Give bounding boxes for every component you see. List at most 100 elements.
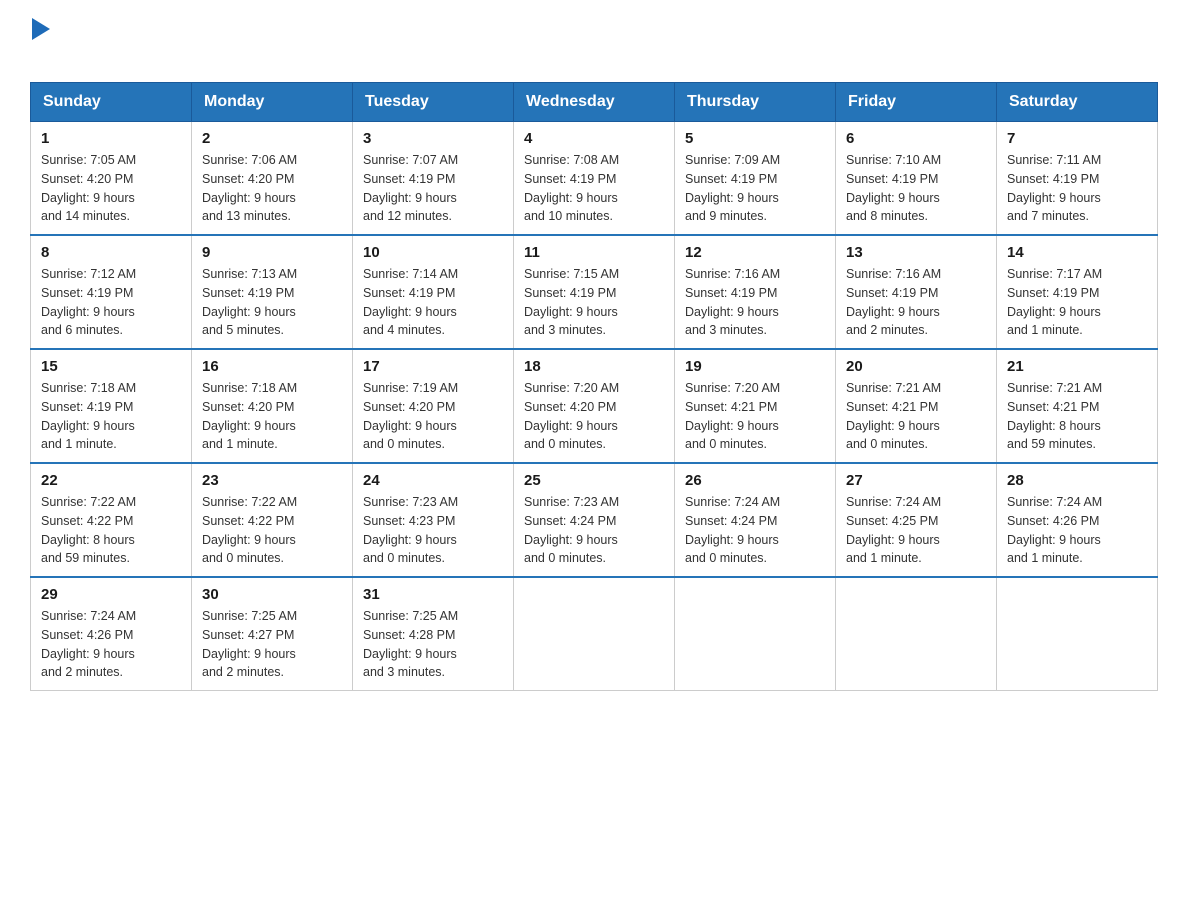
day-number: 9 (202, 244, 342, 261)
day-info: Sunrise: 7:06 AM Sunset: 4:20 PM Dayligh… (202, 151, 342, 226)
day-info: Sunrise: 7:09 AM Sunset: 4:19 PM Dayligh… (685, 151, 825, 226)
calendar-table: Sunday Monday Tuesday Wednesday Thursday… (30, 82, 1158, 691)
table-row: 20 Sunrise: 7:21 AM Sunset: 4:21 PM Dayl… (836, 349, 997, 463)
table-row: 21 Sunrise: 7:21 AM Sunset: 4:21 PM Dayl… (997, 349, 1158, 463)
table-row: 4 Sunrise: 7:08 AM Sunset: 4:19 PM Dayli… (514, 122, 675, 236)
day-info: Sunrise: 7:21 AM Sunset: 4:21 PM Dayligh… (1007, 379, 1147, 454)
day-info: Sunrise: 7:11 AM Sunset: 4:19 PM Dayligh… (1007, 151, 1147, 226)
day-number: 2 (202, 130, 342, 147)
table-row: 12 Sunrise: 7:16 AM Sunset: 4:19 PM Dayl… (675, 235, 836, 349)
day-info: Sunrise: 7:12 AM Sunset: 4:19 PM Dayligh… (41, 265, 181, 340)
day-info: Sunrise: 7:18 AM Sunset: 4:19 PM Dayligh… (41, 379, 181, 454)
table-row (675, 577, 836, 691)
day-number: 21 (1007, 358, 1147, 375)
day-number: 4 (524, 130, 664, 147)
day-info: Sunrise: 7:13 AM Sunset: 4:19 PM Dayligh… (202, 265, 342, 340)
day-number: 10 (363, 244, 503, 261)
table-row: 29 Sunrise: 7:24 AM Sunset: 4:26 PM Dayl… (31, 577, 192, 691)
table-row: 11 Sunrise: 7:15 AM Sunset: 4:19 PM Dayl… (514, 235, 675, 349)
day-info: Sunrise: 7:23 AM Sunset: 4:23 PM Dayligh… (363, 493, 503, 568)
table-row: 31 Sunrise: 7:25 AM Sunset: 4:28 PM Dayl… (353, 577, 514, 691)
day-info: Sunrise: 7:18 AM Sunset: 4:20 PM Dayligh… (202, 379, 342, 454)
day-number: 23 (202, 472, 342, 489)
day-number: 16 (202, 358, 342, 375)
table-row: 14 Sunrise: 7:17 AM Sunset: 4:19 PM Dayl… (997, 235, 1158, 349)
day-number: 5 (685, 130, 825, 147)
day-info: Sunrise: 7:23 AM Sunset: 4:24 PM Dayligh… (524, 493, 664, 568)
day-number: 15 (41, 358, 181, 375)
day-number: 30 (202, 586, 342, 603)
col-monday: Monday (192, 83, 353, 122)
table-row: 10 Sunrise: 7:14 AM Sunset: 4:19 PM Dayl… (353, 235, 514, 349)
calendar-week-row: 22 Sunrise: 7:22 AM Sunset: 4:22 PM Dayl… (31, 463, 1158, 577)
day-info: Sunrise: 7:24 AM Sunset: 4:24 PM Dayligh… (685, 493, 825, 568)
day-info: Sunrise: 7:24 AM Sunset: 4:25 PM Dayligh… (846, 493, 986, 568)
day-info: Sunrise: 7:20 AM Sunset: 4:20 PM Dayligh… (524, 379, 664, 454)
table-row: 17 Sunrise: 7:19 AM Sunset: 4:20 PM Dayl… (353, 349, 514, 463)
table-row (997, 577, 1158, 691)
table-row: 18 Sunrise: 7:20 AM Sunset: 4:20 PM Dayl… (514, 349, 675, 463)
table-row: 26 Sunrise: 7:24 AM Sunset: 4:24 PM Dayl… (675, 463, 836, 577)
day-number: 27 (846, 472, 986, 489)
day-info: Sunrise: 7:19 AM Sunset: 4:20 PM Dayligh… (363, 379, 503, 454)
day-info: Sunrise: 7:24 AM Sunset: 4:26 PM Dayligh… (1007, 493, 1147, 568)
day-info: Sunrise: 7:07 AM Sunset: 4:19 PM Dayligh… (363, 151, 503, 226)
day-info: Sunrise: 7:14 AM Sunset: 4:19 PM Dayligh… (363, 265, 503, 340)
day-number: 14 (1007, 244, 1147, 261)
day-info: Sunrise: 7:16 AM Sunset: 4:19 PM Dayligh… (846, 265, 986, 340)
day-number: 8 (41, 244, 181, 261)
day-number: 29 (41, 586, 181, 603)
table-row: 25 Sunrise: 7:23 AM Sunset: 4:24 PM Dayl… (514, 463, 675, 577)
day-info: Sunrise: 7:15 AM Sunset: 4:19 PM Dayligh… (524, 265, 664, 340)
table-row: 22 Sunrise: 7:22 AM Sunset: 4:22 PM Dayl… (31, 463, 192, 577)
col-thursday: Thursday (675, 83, 836, 122)
calendar-week-row: 8 Sunrise: 7:12 AM Sunset: 4:19 PM Dayli… (31, 235, 1158, 349)
col-wednesday: Wednesday (514, 83, 675, 122)
table-row: 2 Sunrise: 7:06 AM Sunset: 4:20 PM Dayli… (192, 122, 353, 236)
day-info: Sunrise: 7:25 AM Sunset: 4:28 PM Dayligh… (363, 607, 503, 682)
day-number: 18 (524, 358, 664, 375)
day-info: Sunrise: 7:25 AM Sunset: 4:27 PM Dayligh… (202, 607, 342, 682)
day-info: Sunrise: 7:21 AM Sunset: 4:21 PM Dayligh… (846, 379, 986, 454)
calendar-header-row: Sunday Monday Tuesday Wednesday Thursday… (31, 83, 1158, 122)
day-info: Sunrise: 7:08 AM Sunset: 4:19 PM Dayligh… (524, 151, 664, 226)
col-friday: Friday (836, 83, 997, 122)
table-row: 27 Sunrise: 7:24 AM Sunset: 4:25 PM Dayl… (836, 463, 997, 577)
day-number: 28 (1007, 472, 1147, 489)
day-number: 6 (846, 130, 986, 147)
table-row: 28 Sunrise: 7:24 AM Sunset: 4:26 PM Dayl… (997, 463, 1158, 577)
day-number: 26 (685, 472, 825, 489)
table-row: 23 Sunrise: 7:22 AM Sunset: 4:22 PM Dayl… (192, 463, 353, 577)
day-number: 19 (685, 358, 825, 375)
table-row: 6 Sunrise: 7:10 AM Sunset: 4:19 PM Dayli… (836, 122, 997, 236)
day-number: 1 (41, 130, 181, 147)
day-info: Sunrise: 7:24 AM Sunset: 4:26 PM Dayligh… (41, 607, 181, 682)
day-number: 13 (846, 244, 986, 261)
day-info: Sunrise: 7:16 AM Sunset: 4:19 PM Dayligh… (685, 265, 825, 340)
day-info: Sunrise: 7:22 AM Sunset: 4:22 PM Dayligh… (202, 493, 342, 568)
table-row: 9 Sunrise: 7:13 AM Sunset: 4:19 PM Dayli… (192, 235, 353, 349)
col-saturday: Saturday (997, 83, 1158, 122)
day-info: Sunrise: 7:10 AM Sunset: 4:19 PM Dayligh… (846, 151, 986, 226)
calendar-week-row: 29 Sunrise: 7:24 AM Sunset: 4:26 PM Dayl… (31, 577, 1158, 691)
table-row: 1 Sunrise: 7:05 AM Sunset: 4:20 PM Dayli… (31, 122, 192, 236)
day-number: 24 (363, 472, 503, 489)
day-number: 7 (1007, 130, 1147, 147)
day-info: Sunrise: 7:20 AM Sunset: 4:21 PM Dayligh… (685, 379, 825, 454)
day-number: 31 (363, 586, 503, 603)
table-row: 5 Sunrise: 7:09 AM Sunset: 4:19 PM Dayli… (675, 122, 836, 236)
day-number: 22 (41, 472, 181, 489)
logo[interactable] (30, 20, 54, 62)
day-number: 17 (363, 358, 503, 375)
day-number: 12 (685, 244, 825, 261)
table-row (836, 577, 997, 691)
day-number: 3 (363, 130, 503, 147)
table-row: 16 Sunrise: 7:18 AM Sunset: 4:20 PM Dayl… (192, 349, 353, 463)
day-number: 20 (846, 358, 986, 375)
day-number: 25 (524, 472, 664, 489)
day-number: 11 (524, 244, 664, 261)
table-row: 7 Sunrise: 7:11 AM Sunset: 4:19 PM Dayli… (997, 122, 1158, 236)
table-row: 15 Sunrise: 7:18 AM Sunset: 4:19 PM Dayl… (31, 349, 192, 463)
table-row: 8 Sunrise: 7:12 AM Sunset: 4:19 PM Dayli… (31, 235, 192, 349)
col-sunday: Sunday (31, 83, 192, 122)
